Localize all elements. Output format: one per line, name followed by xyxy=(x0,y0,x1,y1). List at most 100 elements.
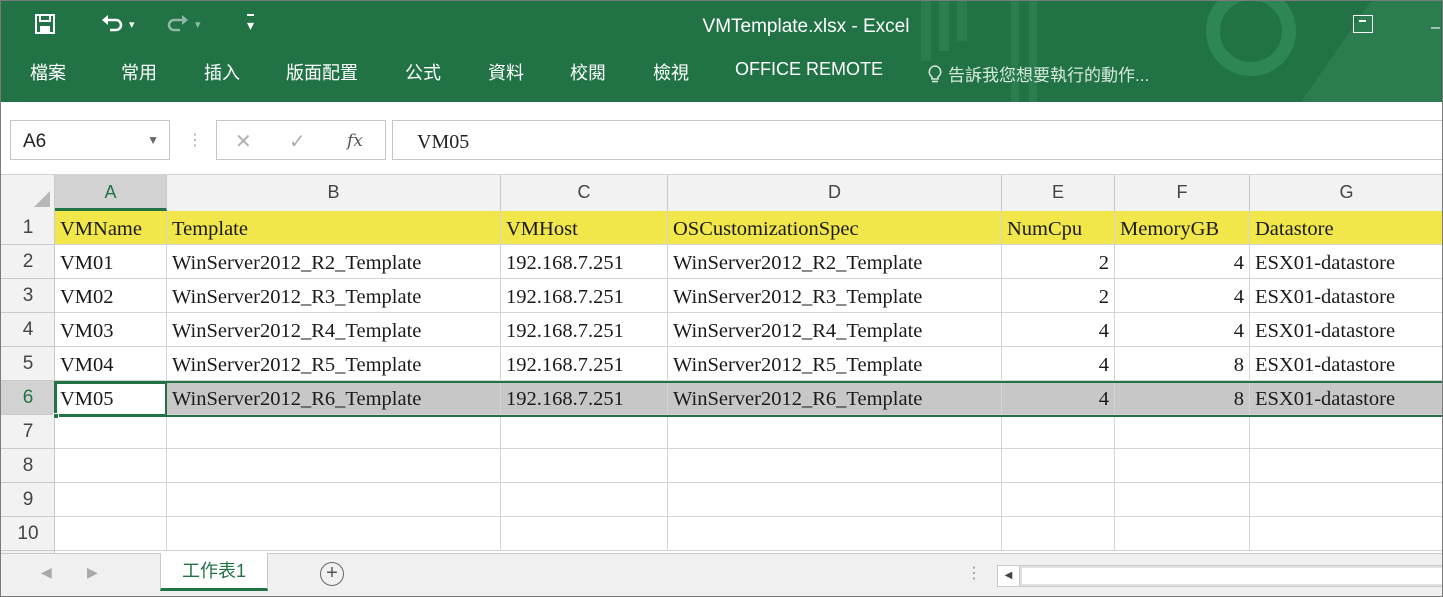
tab-review[interactable]: 校閱 xyxy=(570,59,606,85)
row-header-9[interactable]: 9 xyxy=(1,483,55,517)
add-sheet-icon[interactable]: + xyxy=(320,562,344,586)
tab-home[interactable]: 常用 xyxy=(121,59,157,85)
row-header-2[interactable]: 2 xyxy=(1,245,55,279)
formula-bar-grip-icon[interactable]: ⋮ xyxy=(187,130,203,150)
name-box[interactable]: A6 ▼ xyxy=(10,120,170,160)
cell-b3[interactable]: WinServer2012_R3_Template xyxy=(167,279,501,313)
cell-d7[interactable] xyxy=(668,415,1002,449)
cell-d9[interactable] xyxy=(668,483,1002,517)
cell-g8[interactable] xyxy=(1250,449,1442,483)
cell-d1[interactable]: OSCustomizationSpec xyxy=(668,211,1002,245)
scroll-left-icon[interactable]: ◀ xyxy=(998,566,1020,586)
column-header-d[interactable]: D xyxy=(668,175,1002,211)
next-sheet-icon[interactable]: ▶ xyxy=(87,564,98,581)
cell-g6[interactable]: ESX01-datastore xyxy=(1250,381,1442,415)
cell-e3[interactable]: 2 xyxy=(1002,279,1115,313)
cell-d2[interactable]: WinServer2012_R2_Template xyxy=(668,245,1002,279)
cell-b8[interactable] xyxy=(167,449,501,483)
cell-d10[interactable] xyxy=(668,517,1002,551)
previous-sheet-icon[interactable]: ◀ xyxy=(41,564,52,581)
minimize-window-icon[interactable]: – xyxy=(1431,19,1440,37)
cell-c5[interactable]: 192.168.7.251 xyxy=(501,347,668,381)
tab-office-remote[interactable]: OFFICE REMOTE xyxy=(735,59,883,80)
cell-c4[interactable]: 192.168.7.251 xyxy=(501,313,668,347)
cell-g1[interactable]: Datastore xyxy=(1250,211,1442,245)
cell-a3[interactable]: VM02 xyxy=(55,279,167,313)
cell-e5[interactable]: 4 xyxy=(1002,347,1115,381)
cancel-icon[interactable]: ✕ xyxy=(235,129,252,154)
fill-handle[interactable] xyxy=(53,413,59,419)
scrollbar-thumb[interactable] xyxy=(1022,568,1442,584)
cell-b5[interactable]: WinServer2012_R5_Template xyxy=(167,347,501,381)
enter-icon[interactable]: ✓ xyxy=(289,129,306,154)
cell-e1[interactable]: NumCpu xyxy=(1002,211,1115,245)
cell-f10[interactable] xyxy=(1115,517,1250,551)
column-header-f[interactable]: F xyxy=(1115,175,1250,211)
cell-g3[interactable]: ESX01-datastore xyxy=(1250,279,1442,313)
cell-f3[interactable]: 4 xyxy=(1115,279,1250,313)
tell-me-search[interactable]: 告訴我您想要執行的動作... xyxy=(928,61,1149,86)
tab-formulas[interactable]: 公式 xyxy=(405,59,441,85)
column-header-e[interactable]: E xyxy=(1002,175,1115,211)
cell-d8[interactable] xyxy=(668,449,1002,483)
cell-g10[interactable] xyxy=(1250,517,1442,551)
row-header-3[interactable]: 3 xyxy=(1,279,55,313)
cell-b2[interactable]: WinServer2012_R2_Template xyxy=(167,245,501,279)
row-header-8[interactable]: 8 xyxy=(1,449,55,483)
cell-g4[interactable]: ESX01-datastore xyxy=(1250,313,1442,347)
cell-f2[interactable]: 4 xyxy=(1115,245,1250,279)
cell-a1[interactable]: VMName xyxy=(55,211,167,245)
row-header-4[interactable]: 4 xyxy=(1,313,55,347)
cell-b1[interactable]: Template xyxy=(167,211,501,245)
cell-b4[interactable]: WinServer2012_R4_Template xyxy=(167,313,501,347)
cell-f1[interactable]: MemoryGB xyxy=(1115,211,1250,245)
cell-a9[interactable] xyxy=(55,483,167,517)
cell-c2[interactable]: 192.168.7.251 xyxy=(501,245,668,279)
select-all-button[interactable] xyxy=(1,175,55,211)
tab-data[interactable]: 資料 xyxy=(488,59,524,85)
cell-g7[interactable] xyxy=(1250,415,1442,449)
horizontal-scrollbar[interactable]: ◀ xyxy=(997,565,1442,587)
cell-a4[interactable]: VM03 xyxy=(55,313,167,347)
cell-d3[interactable]: WinServer2012_R3_Template xyxy=(668,279,1002,313)
cell-e2[interactable]: 2 xyxy=(1002,245,1115,279)
tab-file[interactable]: 檔案 xyxy=(30,59,66,85)
row-header-1[interactable]: 1 xyxy=(1,211,55,245)
tab-insert[interactable]: 插入 xyxy=(204,59,240,85)
cell-c9[interactable] xyxy=(501,483,668,517)
cell-f9[interactable] xyxy=(1115,483,1250,517)
cell-a10[interactable] xyxy=(55,517,167,551)
cell-e7[interactable] xyxy=(1002,415,1115,449)
cell-a8[interactable] xyxy=(55,449,167,483)
cell-a6[interactable]: VM05 xyxy=(55,381,167,415)
cell-f6[interactable]: 8 xyxy=(1115,381,1250,415)
cell-c3[interactable]: 192.168.7.251 xyxy=(501,279,668,313)
cell-f8[interactable] xyxy=(1115,449,1250,483)
cell-f5[interactable]: 8 xyxy=(1115,347,1250,381)
cell-g9[interactable] xyxy=(1250,483,1442,517)
scrollbar-splitter-icon[interactable]: ⋮ xyxy=(966,563,982,583)
cell-f7[interactable] xyxy=(1115,415,1250,449)
cell-c6[interactable]: 192.168.7.251 xyxy=(501,381,668,415)
restore-window-icon[interactable] xyxy=(1353,15,1373,33)
cell-a7[interactable] xyxy=(55,415,167,449)
cell-c7[interactable] xyxy=(501,415,668,449)
chevron-down-icon[interactable]: ▼ xyxy=(147,133,159,147)
formula-input[interactable]: VM05 xyxy=(392,120,1442,160)
cell-b7[interactable] xyxy=(167,415,501,449)
tab-view[interactable]: 檢視 xyxy=(653,59,689,85)
row-header-5[interactable]: 5 xyxy=(1,347,55,381)
cell-e10[interactable] xyxy=(1002,517,1115,551)
cell-e8[interactable] xyxy=(1002,449,1115,483)
cell-e4[interactable]: 4 xyxy=(1002,313,1115,347)
cell-d4[interactable]: WinServer2012_R4_Template xyxy=(668,313,1002,347)
insert-function-icon[interactable]: fx xyxy=(347,131,363,151)
column-header-c[interactable]: C xyxy=(501,175,668,211)
cell-d5[interactable]: WinServer2012_R5_Template xyxy=(668,347,1002,381)
cell-a2[interactable]: VM01 xyxy=(55,245,167,279)
cell-a5[interactable]: VM04 xyxy=(55,347,167,381)
cell-g2[interactable]: ESX01-datastore xyxy=(1250,245,1442,279)
row-header-10[interactable]: 10 xyxy=(1,517,55,551)
cell-e9[interactable] xyxy=(1002,483,1115,517)
cell-b6[interactable]: WinServer2012_R6_Template xyxy=(167,381,501,415)
